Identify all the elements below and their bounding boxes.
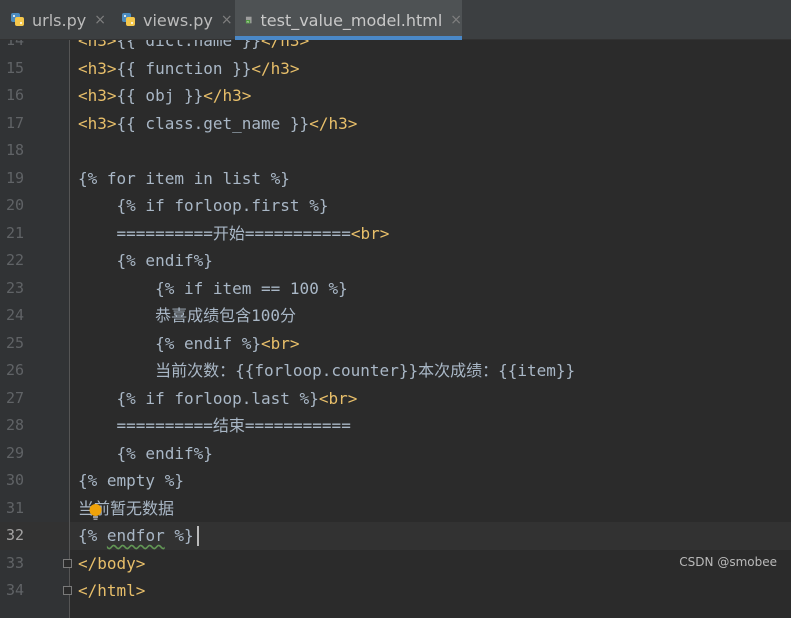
line-text: </html> — [78, 581, 146, 600]
line-number: 20 — [5, 196, 24, 214]
code-line[interactable]: 24 恭喜成绩包含100分 — [0, 302, 791, 329]
python-file-icon — [122, 13, 135, 26]
code-line-current[interactable]: 32 {% endfor %} — [0, 522, 791, 549]
line-number: 27 — [5, 389, 24, 407]
fold-marker-icon[interactable] — [63, 559, 72, 568]
line-text: <h3>{{ obj }}</h3> — [78, 86, 252, 105]
python-file-icon — [11, 13, 24, 26]
line-number: 22 — [5, 251, 24, 269]
code-line[interactable]: 23 {% if item == 100 %} — [0, 275, 791, 302]
code-line[interactable]: 15 <h3>{{ function }}</h3> — [0, 55, 791, 82]
code-line[interactable]: 22 {% endif%} — [0, 247, 791, 274]
line-number: 23 — [5, 279, 24, 297]
tab-urls-py[interactable]: urls.py × — [10, 0, 110, 40]
code-line[interactable]: 21 ==========开始===========<br> — [0, 220, 791, 247]
line-number: 31 — [5, 499, 24, 517]
watermark: CSDN @smobee — [679, 555, 777, 569]
close-icon[interactable]: × — [94, 12, 106, 28]
fold-marker-icon[interactable] — [63, 586, 72, 595]
code-line[interactable]: 16 <h3>{{ obj }}</h3> — [0, 82, 791, 109]
code-line[interactable]: 18 — [0, 137, 791, 164]
tab-label: test_value_model.html — [260, 10, 443, 30]
line-text: {% if forloop.last %}<br> — [78, 389, 358, 408]
line-number: 33 — [5, 554, 24, 572]
line-number: 29 — [5, 444, 24, 462]
tab-test-value-model-html[interactable]: H test_value_model.html × — [235, 0, 462, 40]
code-line[interactable]: 14 <h3>{{ dict.name }}</h3> — [0, 40, 791, 54]
line-text: ==========开始===========<br> — [78, 224, 390, 243]
line-number: 17 — [5, 114, 24, 132]
code-line[interactable]: 25 {% endif %}<br> — [0, 330, 791, 357]
code-line[interactable]: 28 ==========结束=========== — [0, 412, 791, 439]
code-line[interactable]: 17 <h3>{{ class.get_name }}</h3> — [0, 110, 791, 137]
code-line[interactable]: 29 {% endif%} — [0, 440, 791, 467]
code-line[interactable]: 30 {% empty %} — [0, 467, 791, 494]
code-line[interactable]: 33 </body> — [0, 550, 791, 577]
close-icon[interactable]: × — [221, 12, 233, 28]
line-number: 18 — [5, 141, 24, 159]
tab-label: urls.py — [32, 10, 87, 30]
line-text: ==========结束=========== — [78, 416, 351, 435]
line-number: 28 — [5, 416, 24, 434]
tab-label: views.py — [143, 10, 213, 30]
line-text: <h3>{{ function }}</h3> — [78, 59, 300, 78]
line-number: 21 — [5, 224, 24, 242]
text-cursor — [197, 526, 199, 546]
code-editor[interactable]: 14 <h3>{{ dict.name }}</h3> 15 <h3>{{ fu… — [0, 40, 791, 618]
lightbulb-icon[interactable] — [88, 503, 103, 521]
line-number: 16 — [5, 86, 24, 104]
code-line[interactable]: 20 {% if forloop.first %} — [0, 192, 791, 219]
code-line[interactable]: 26 当前次数：{{forloop.counter}}本次成绩：{{item}} — [0, 357, 791, 384]
code-line[interactable]: 27 {% if forloop.last %}<br> — [0, 385, 791, 412]
close-icon[interactable]: × — [450, 12, 462, 28]
line-text: {% if forloop.first %} — [78, 196, 329, 215]
editor-tab-bar: urls.py × views.py × H test_value_model.… — [0, 0, 791, 40]
line-number: 14 — [5, 40, 24, 49]
line-number: 30 — [5, 471, 24, 489]
line-text: {% for item in list %} — [78, 169, 290, 188]
code-line[interactable]: 19 {% for item in list %} — [0, 165, 791, 192]
line-number: 32 — [5, 526, 24, 544]
svg-text:H: H — [247, 20, 249, 24]
line-text: {% endif%} — [78, 251, 213, 270]
line-text: 恭喜成绩包含100分 — [78, 306, 296, 325]
code-line[interactable]: 34 </html> — [0, 577, 791, 604]
line-text: </body> — [78, 554, 146, 573]
html-file-icon: H — [245, 16, 252, 24]
line-number: 24 — [5, 306, 24, 324]
line-text: 当前次数：{{forloop.counter}}本次成绩：{{item}} — [78, 361, 576, 380]
line-number: 26 — [5, 361, 24, 379]
code-line[interactable]: 31 当前暂无数据 — [0, 495, 791, 522]
line-text: {% endif%} — [78, 444, 213, 463]
line-text: {% empty %} — [78, 471, 184, 490]
line-number: 19 — [5, 169, 24, 187]
tab-views-py[interactable]: views.py × — [121, 0, 233, 40]
line-number: 15 — [5, 59, 24, 77]
line-text: <h3>{{ dict.name }}</h3> — [78, 40, 310, 50]
line-text: {% endif %}<br> — [78, 334, 300, 353]
line-text: {% endfor %} — [78, 526, 194, 545]
line-text: <h3>{{ class.get_name }}</h3> — [78, 114, 358, 133]
line-number: 34 — [5, 581, 24, 599]
line-text: {% if item == 100 %} — [78, 279, 348, 298]
line-number: 25 — [5, 334, 24, 352]
